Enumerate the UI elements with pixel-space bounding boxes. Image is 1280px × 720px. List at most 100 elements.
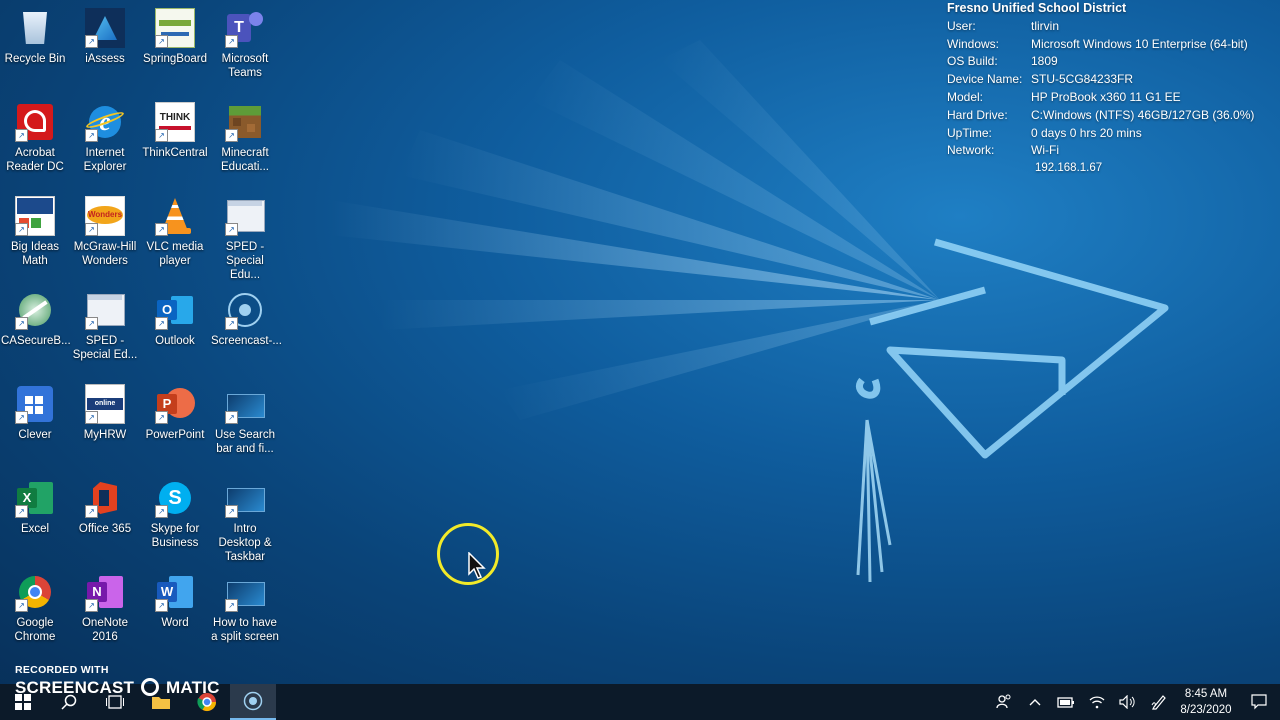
sysinfo-row: Hard Drive: C:Windows (NTFS) 46GB/127GB (…: [947, 107, 1277, 125]
speaker-icon: [1118, 695, 1135, 709]
shortcut-arrow-icon: ↗: [225, 411, 238, 424]
desktop-icon-use-search-bar-and-fi[interactable]: ↗ Use Search bar and fi...: [210, 378, 280, 468]
thinkcentral-icon: THINK ↗: [155, 102, 195, 142]
people-icon: [995, 694, 1010, 709]
chevron-up-icon: [1029, 699, 1040, 706]
desktop-icon-excel[interactable]: X ↗ Excel: [0, 472, 70, 562]
desktop-icon-label: Word: [161, 617, 189, 629]
sysinfo-value: 1809: [1031, 54, 1058, 69]
recycle-bin-icon: [15, 8, 55, 48]
wonders-icon: Wonders ↗: [85, 196, 125, 236]
excel-icon: X ↗: [15, 478, 55, 518]
shortcut-arrow-icon: ↗: [225, 35, 238, 48]
shortcut-arrow-icon: ↗: [155, 129, 168, 142]
sysinfo-row: User: tlirvin: [947, 18, 1277, 36]
iassess-icon: ↗: [85, 8, 125, 48]
screencast-watermark: RECORDED WITH SCREENCAST MATIC: [15, 664, 220, 698]
desktop-icon-sped-special-edu[interactable]: ↗ SPED - Special Edu...: [210, 190, 280, 281]
sysinfo-row: Device Name: STU-5CG84233FR: [947, 71, 1277, 89]
sysinfo-key: OS Build:: [947, 54, 998, 69]
sysinfo-row: Model: HP ProBook x360 11 G1 EE: [947, 89, 1277, 107]
sysinfo-value: HP ProBook x360 11 G1 EE: [1031, 89, 1181, 104]
desktop-icon-vlc-media-player[interactable]: ↗ VLC media player: [140, 190, 210, 280]
desktop-icon-internet-explorer[interactable]: e ↗ Internet Explorer: [70, 96, 140, 186]
sysinfo-value: Microsoft Windows 10 Enterprise (64-bit): [1031, 36, 1248, 51]
action-center-button[interactable]: [1238, 684, 1280, 720]
desktop-icon-iassess[interactable]: ↗ iAssess: [70, 2, 140, 92]
desktop-icon-big-ideas-math[interactable]: ↗ Big Ideas Math: [0, 190, 70, 280]
sysinfo-row: OS Build: 1809: [947, 53, 1277, 71]
sysinfo-key: UpTime:: [947, 125, 992, 140]
people-button[interactable]: [988, 684, 1019, 720]
desktop-icon-screencast[interactable]: ↗ Screencast-...: [210, 284, 282, 374]
watermark-matic: MATIC: [166, 678, 220, 697]
sysinfo-row: Windows: Microsoft Windows 10 Enterprise …: [947, 36, 1277, 54]
teams-icon: T ↗: [225, 8, 265, 48]
desktop-icon-label: SPED - Special Edu...: [225, 241, 265, 281]
desktop-icon-label: Skype for Business: [150, 523, 200, 549]
sysinfo-key: Device Name:: [947, 72, 1023, 87]
shortcut-arrow-icon: ↗: [225, 317, 238, 330]
desktop-icon-myhrw[interactable]: online ↗ MyHRW: [70, 378, 140, 468]
district-title: Fresno Unified School District: [947, 1, 1127, 15]
clock[interactable]: 8:45 AM 8/23/2020: [1174, 686, 1238, 718]
pen-workspace-button[interactable]: [1143, 684, 1174, 720]
show-hidden-icons-button[interactable]: [1019, 684, 1050, 720]
desktop-icon-office-365[interactable]: ↗ Office 365: [70, 472, 140, 562]
desktop-icon-casecureb[interactable]: ↗ CASecureB...: [0, 284, 71, 374]
shortcut-arrow-icon: ↗: [155, 35, 168, 48]
shortcut-arrow-icon: ↗: [155, 505, 168, 518]
clock-date: 8/23/2020: [1180, 704, 1232, 716]
desktop-icon-powerpoint[interactable]: P ↗ PowerPoint: [140, 378, 210, 468]
desktop-icon-label: PowerPoint: [145, 429, 205, 441]
desktop-icon-clever[interactable]: ↗ Clever: [0, 378, 70, 468]
desktop-icon-intro-desktop-taskbar[interactable]: ↗ Intro Desktop & Taskbar: [210, 472, 280, 563]
onenote-icon: N ↗: [85, 572, 125, 612]
desktop-icon-label: ThinkCentral: [142, 147, 208, 159]
sysinfo-key: Model:: [947, 89, 984, 104]
watermark-logo-icon: [141, 678, 160, 696]
desktop-icon-label: Internet Explorer: [83, 147, 127, 173]
volume-button[interactable]: [1112, 684, 1143, 720]
sysinfo-value: tlirvin: [1031, 18, 1060, 33]
desktop-icon-how-to-have-a-split-screen[interactable]: ↗ How to have a split screen: [210, 566, 280, 656]
chrome-icon: ↗: [15, 572, 55, 612]
powerpoint-icon: P ↗: [155, 384, 195, 424]
shortcut-arrow-icon: ↗: [85, 35, 98, 48]
desktop-icon-microsoft-teams[interactable]: T ↗ Microsoft Teams: [210, 2, 280, 92]
desktop-icon-acrobat-reader-dc[interactable]: ↗ Acrobat Reader DC: [0, 96, 70, 186]
sysinfo-row: Network: Wi-Fi: [947, 142, 1277, 160]
desktop-icon-label: Clever: [18, 429, 52, 441]
desktop-icon-thinkcentral[interactable]: THINK ↗ ThinkCentral: [140, 96, 210, 186]
word-icon: W ↗: [155, 572, 195, 612]
desktop-icon-springboard[interactable]: ↗ SpringBoard: [140, 2, 210, 92]
desktop-icon-minecraft-educati[interactable]: ↗ Minecraft Educati...: [210, 96, 280, 186]
taskbar-screencast[interactable]: [230, 684, 276, 720]
desktop-icon-onenote-2016[interactable]: N ↗ OneNote 2016: [70, 566, 140, 656]
sysinfo-value: 0 days 0 hrs 20 mins: [1031, 125, 1142, 140]
sysinfo-value: STU-5CG84233FR: [1031, 72, 1134, 87]
desktop-icon-sped-special-ed[interactable]: ↗ SPED - Special Ed...: [70, 284, 140, 374]
clock-time: 8:45 AM: [1184, 688, 1228, 700]
battery-button[interactable]: [1050, 684, 1081, 720]
outlook-icon: O ↗: [155, 290, 195, 330]
shortcut-arrow-icon: ↗: [15, 129, 28, 142]
desktop-icon-google-chrome[interactable]: ↗ Google Chrome: [0, 566, 70, 656]
shortcut-arrow-icon: ↗: [15, 505, 28, 518]
wifi-button[interactable]: [1081, 684, 1112, 720]
desktop-icon-mcgraw-hill-wonders[interactable]: Wonders ↗ McGraw-Hill Wonders: [70, 190, 140, 280]
shortcut-arrow-icon: ↗: [155, 411, 168, 424]
desktop-icon-label: Google Chrome: [14, 617, 56, 643]
system-info-panel: Fresno Unified School District User: tlir…: [947, 0, 1277, 178]
desktop-icon-recycle-bin[interactable]: Recycle Bin: [0, 2, 70, 92]
desktop-icon-outlook[interactable]: O ↗ Outlook: [140, 284, 210, 374]
desktop-icon-label: SPED - Special Ed...: [72, 335, 138, 361]
shortcut-arrow-icon: ↗: [85, 505, 98, 518]
sysinfo-key: User:: [947, 18, 976, 33]
desktop-icon-word[interactable]: W ↗ Word: [140, 566, 210, 656]
vlc-icon: ↗: [155, 196, 195, 236]
desktop-icon-label: Intro Desktop & Taskbar: [218, 523, 272, 563]
shortcut-arrow-icon: ↗: [225, 223, 238, 236]
myhrw-icon: online ↗: [85, 384, 125, 424]
desktop-icon-skype-for-business[interactable]: S ↗ Skype for Business: [140, 472, 210, 562]
